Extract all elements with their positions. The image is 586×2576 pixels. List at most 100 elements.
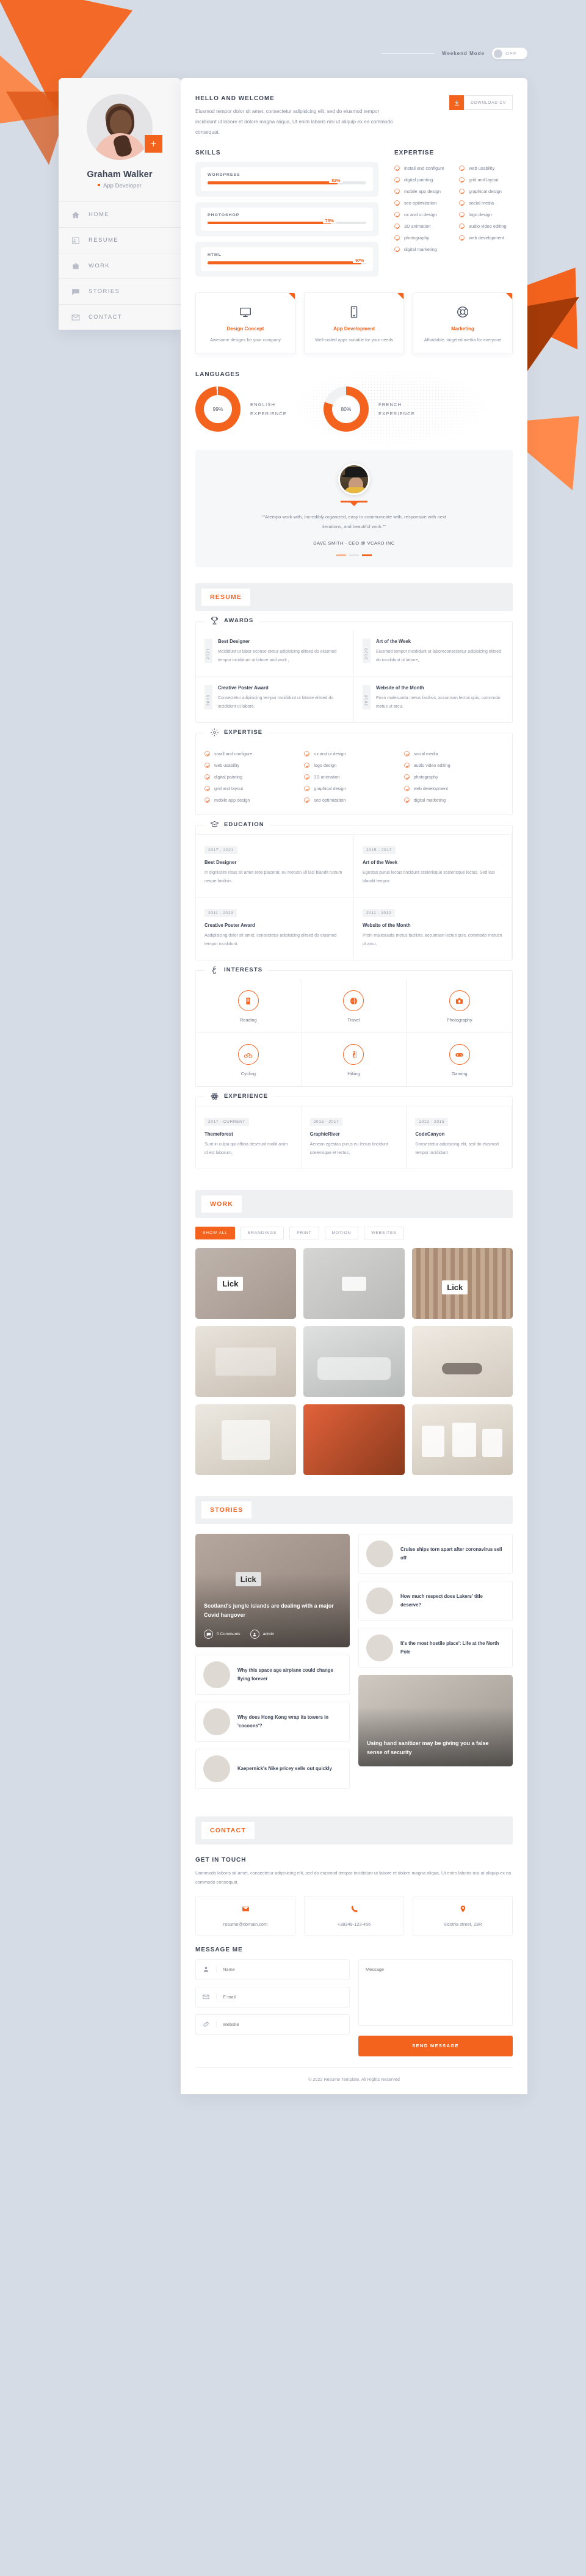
comment-icon [204,1630,213,1639]
testimonial-pagination[interactable] [206,554,502,557]
contact-address-card[interactable]: Vicotria street, 23R [413,1895,513,1936]
get-in-touch-text: Uommodo laboris sit amet, consectetur ad… [195,1870,512,1885]
expertise-item-label: social media [469,200,494,206]
experience-block: EXPERIENCE 2017 - CURRENT Themeforest Su… [195,1092,513,1170]
contact-email-card[interactable]: resume@domain.com [195,1895,295,1936]
award-text: Proin malesuada metus facilisis, accumsa… [376,696,501,709]
interest-item[interactable]: Travel [302,979,407,1033]
skill-percent: 82% [329,179,343,184]
check-icon [394,223,400,230]
website-field[interactable] [195,2014,350,2035]
stories-left-column: Lick Scotland's jungle islands are deali… [195,1534,350,1796]
award-title: Website of the Month [376,685,424,691]
email-input[interactable] [217,1994,349,2000]
name-field[interactable] [195,1959,350,1980]
language-percent: 99% [204,395,232,424]
work-filter-brandings[interactable]: BRANDINGS [240,1227,284,1240]
dot-1[interactable] [336,554,346,557]
download-cv-button[interactable]: DOWNLOAD CV [464,95,513,110]
download-cv-group[interactable]: DOWNLOAD CV [449,95,513,110]
get-in-touch: GET IN TOUCH Uommodo laboris sit amet, c… [181,1845,527,1887]
weekend-mode-toggle[interactable]: OFF [492,48,527,59]
story-thumbnail [366,1634,393,1662]
portfolio-tile[interactable] [195,1404,297,1476]
work-banner: WORK [195,1190,513,1219]
name-input[interactable] [217,1967,349,1973]
contact-form: SEND MESSAGE [181,1953,527,2056]
sidebar-item-label: HOME [89,211,110,218]
work-filter-print[interactable]: PRINT [289,1227,319,1240]
interest-item[interactable]: Reading [196,979,302,1033]
expertise-item-label: web usability [469,165,495,172]
portfolio-tile[interactable] [303,1326,405,1398]
message-me-title: MESSAGE ME [195,1946,243,1953]
envelope-icon [242,1906,249,1912]
story-card[interactable]: Kaepernick's Nike pricey sells out quick… [195,1749,350,1790]
service-card[interactable]: Marketing Affordable, targeted media for… [413,292,513,355]
send-message-button[interactable]: SEND MESSAGE [358,2035,513,2056]
add-icon[interactable]: + [145,135,162,153]
sidebar-item-work[interactable]: WORK [59,253,181,278]
featured-story[interactable]: Lick Scotland's jungle islands are deali… [195,1534,350,1648]
service-card[interactable]: App Development Well-coded apps suitable… [304,292,404,355]
sidebar-item-contact[interactable]: CONTACT [59,304,181,330]
expertise-block-header: EXPERTISE [204,728,269,738]
lifebuoy-icon [421,304,505,320]
story-card[interactable]: Why does Hong Kong wrap its towers in 'c… [195,1702,350,1743]
interests-block: INTERESTS Reading Travel Photography Cyc… [195,965,513,1087]
story-card[interactable]: Cruise ships torn apart after coronaviru… [358,1534,513,1575]
website-input[interactable] [217,2022,349,2028]
language-donut: 99% [195,386,241,432]
expertise-item: logo design [459,209,513,220]
education-text: Proin malesuada metus facilisis, accumsa… [363,934,502,947]
portfolio-tile[interactable] [411,1404,513,1476]
expertise-chip-label: graphical design [314,786,346,792]
language-label: ENGLISH EXPERIENCE [250,402,287,417]
story-card[interactable]: How much respect does Lakers' title dese… [358,1581,513,1622]
interest-item[interactable]: Hiking [301,1032,407,1087]
interest-item[interactable]: Cycling [196,1032,302,1087]
dot-3[interactable] [362,554,372,557]
sidebar-item-home[interactable]: HOME [59,201,181,227]
dot-2[interactable] [349,554,359,557]
portfolio-tile[interactable] [411,1326,513,1398]
education-text: In dignissim risus sit amet eros placera… [204,871,342,884]
skill-bar: 97% [208,259,367,264]
featured-story-2[interactable]: Using hand sanitizer may be giving you a… [358,1675,513,1767]
expertise-chip-label: photography [413,774,438,780]
portfolio-tile[interactable]: Lick [411,1248,513,1319]
story-card[interactable]: Why this space age airplane could change… [195,1655,350,1696]
sidebar-item-stories[interactable]: STORIES [59,278,181,304]
education-header: EDUCATION [204,820,270,830]
portfolio-tile[interactable]: Lick [195,1248,297,1319]
work-filter-motion[interactable]: MOTION [324,1227,359,1240]
message-input[interactable] [358,1959,513,2026]
expertise-chip-label: 3D animation [314,774,340,780]
sidebar-item-resume[interactable]: RESUME [59,227,181,253]
camera-icon [449,990,470,1012]
email-field[interactable] [195,1986,350,2008]
interest-label: Hiking [347,1071,360,1077]
portfolio-tile[interactable] [303,1404,405,1476]
work-filter-websites[interactable]: WEBSITES [364,1227,404,1240]
service-card[interactable]: Design Concept Awesome designs for your … [195,292,295,355]
check-icon [304,797,310,804]
contact-phone-card[interactable]: +38349-123-456 [304,1895,404,1936]
expertise-item-label: mobile app design [404,189,441,195]
sidebar-item-label: CONTACT [89,314,123,321]
contact-cards: resume@domain.com +38349-123-456 Vicotri… [181,1887,527,1936]
work-filter-show-all[interactable]: SHOW ALL [195,1227,235,1240]
education-item: 2015 - 2017 Art of the Week Egestas puru… [354,834,512,898]
interest-item[interactable]: Photography [407,979,512,1032]
portfolio-tile[interactable] [303,1248,405,1319]
award-title: Best Designer [218,639,250,645]
story-card[interactable]: It's the most hostile place': Life at th… [358,1628,513,1669]
interest-item[interactable]: Gaming [407,1032,512,1086]
check-icon [304,774,310,780]
footer-text: © 2022 Resume Template, All Rights Reser… [195,2067,513,2094]
portfolio-tile[interactable] [195,1326,297,1398]
language-donut: 80% [323,386,369,432]
atom-icon [211,1093,219,1100]
award-item: 2020 Art of the Week Eiusmod tempor mcid… [354,630,512,676]
bicycle-icon [237,1044,259,1065]
